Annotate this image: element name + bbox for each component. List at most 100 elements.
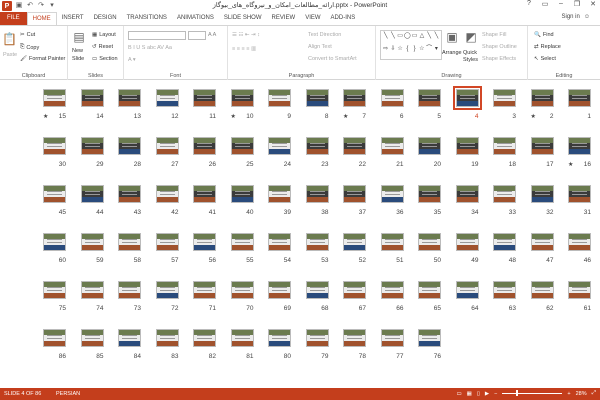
slide-thumbnail-46[interactable]: [568, 233, 591, 251]
close-button[interactable]: ✕: [588, 0, 598, 8]
slide-thumbnail-64[interactable]: [455, 281, 479, 299]
slide-thumbnail-7[interactable]: [343, 89, 366, 107]
slide-thumbnail-48[interactable]: [493, 233, 516, 251]
slide-thumbnail-2[interactable]: [530, 89, 554, 107]
slide-thumbnail-60[interactable]: [43, 233, 66, 251]
slide-thumbnail-51[interactable]: [380, 233, 404, 251]
more-shapes-icon[interactable]: ▾: [433, 45, 440, 58]
tab-view[interactable]: VIEW: [300, 12, 325, 25]
font-name-select[interactable]: [128, 31, 186, 40]
tab-insert[interactable]: INSERT: [57, 12, 89, 25]
arrange-button[interactable]: Arrange: [442, 50, 462, 56]
save-icon[interactable]: ▣: [15, 2, 23, 10]
transition-star-icon[interactable]: ★: [531, 113, 536, 120]
slide-thumbnail-83[interactable]: [155, 329, 179, 347]
restore-button[interactable]: ❐: [572, 0, 582, 8]
slide-thumbnail-58[interactable]: [118, 233, 141, 251]
slide-thumbnail-53[interactable]: [305, 233, 329, 251]
slide-thumbnail-52[interactable]: [343, 233, 366, 251]
align-text-button[interactable]: Align Text: [308, 44, 332, 50]
slide-thumbnail-43[interactable]: [118, 185, 141, 203]
transition-star-icon[interactable]: ★: [43, 113, 48, 120]
sign-in-link[interactable]: Sign in ☺: [562, 14, 591, 20]
section-button[interactable]: ▭ Section: [92, 56, 118, 62]
shape-effects-button[interactable]: Shape Effects: [482, 56, 516, 62]
shapes-gallery[interactable]: ╲ ╲ ▭ ◯ ▭ △ ╲ ╲ ⇨ ⇩ ☆ { } ☆ ⌒ ▾: [380, 30, 442, 60]
slide-thumbnail-22[interactable]: [343, 137, 366, 155]
star-shape-icon[interactable]: ☆: [397, 45, 404, 58]
font-format-buttons[interactable]: B I U S abc AV Aa: [128, 45, 172, 51]
convert-smartart-button[interactable]: Convert to SmartArt: [308, 56, 357, 62]
slide-thumbnail-47[interactable]: [530, 233, 554, 251]
slide-thumbnail-15[interactable]: [43, 89, 66, 107]
brace2-shape-icon[interactable]: }: [411, 45, 418, 58]
slide-thumbnail-18[interactable]: [493, 137, 516, 155]
normal-view-icon[interactable]: ▭: [456, 391, 461, 397]
font-grow-icon[interactable]: A A: [208, 32, 216, 38]
font-size-select[interactable]: [188, 31, 206, 40]
slide-thumbnail-86[interactable]: [43, 329, 66, 347]
slide-thumbnail-25[interactable]: [230, 137, 254, 155]
slide-thumbnail-8[interactable]: [305, 89, 329, 107]
slide-thumbnail-33[interactable]: [493, 185, 516, 203]
tab-review[interactable]: REVIEW: [267, 12, 301, 25]
slide-thumbnail-9[interactable]: [268, 89, 291, 107]
slide-thumbnail-42[interactable]: [155, 185, 179, 203]
arrow-shape-icon[interactable]: ⇨: [382, 45, 389, 58]
quick-styles-button-2[interactable]: Styles: [463, 57, 478, 63]
tab-add-ins[interactable]: ADD-INS: [326, 12, 361, 25]
slide-thumbnail-54[interactable]: [268, 233, 291, 251]
slide-thumbnail-61[interactable]: [568, 281, 591, 299]
slide-thumbnail-78[interactable]: [343, 329, 366, 347]
slide-thumbnail-29[interactable]: [80, 137, 104, 155]
slide-thumbnail-70[interactable]: [230, 281, 254, 299]
line3-shape-icon[interactable]: ╲: [426, 32, 433, 45]
slide-thumbnail-45[interactable]: [43, 185, 66, 203]
list-buttons[interactable]: ☰ ☷ ⇤ ⇥ ↕: [232, 32, 260, 38]
slide-thumbnail-34[interactable]: [455, 185, 479, 203]
slide-thumbnail-82[interactable]: [193, 329, 216, 347]
slide-thumbnail-6[interactable]: [380, 89, 404, 107]
slide-thumbnail-12[interactable]: [155, 89, 179, 107]
zoom-in-button[interactable]: +: [567, 391, 570, 397]
tab-animations[interactable]: ANIMATIONS: [172, 12, 219, 25]
zoom-out-button[interactable]: −: [494, 391, 497, 397]
curve-shape-icon[interactable]: ⌒: [426, 45, 433, 58]
slide-thumbnail-80[interactable]: [268, 329, 291, 347]
oval-shape-icon[interactable]: ◯: [404, 32, 411, 45]
font-color-button[interactable]: A ▾: [128, 57, 136, 63]
cut-button[interactable]: ✂ Cut: [20, 32, 35, 38]
new-slide-button[interactable]: New: [72, 48, 83, 54]
quick-styles-button[interactable]: Quick: [463, 50, 477, 56]
zoom-level[interactable]: 28%: [576, 391, 587, 397]
shape-outline-button[interactable]: Shape Outline: [482, 44, 517, 50]
slide-thumbnail-23[interactable]: [305, 137, 329, 155]
slide-thumbnail-21[interactable]: [380, 137, 404, 155]
find-button[interactable]: 🔍 Find: [534, 32, 554, 38]
ribbon-display-button[interactable]: ▭: [540, 0, 550, 8]
slide-thumbnail-69[interactable]: [268, 281, 291, 299]
slide-thumbnail-17[interactable]: [530, 137, 554, 155]
brace-shape-icon[interactable]: {: [404, 45, 411, 58]
tab-transitions[interactable]: TRANSITIONS: [122, 12, 172, 25]
transition-star-icon[interactable]: ★: [343, 113, 348, 120]
slide-thumbnail-65[interactable]: [418, 281, 441, 299]
new-slide-icon[interactable]: ▤: [72, 30, 86, 44]
transition-star-icon[interactable]: ★: [568, 161, 573, 168]
select-button[interactable]: ↖ Select: [534, 56, 556, 62]
slideshow-view-icon[interactable]: ▶: [485, 391, 489, 397]
slide-thumbnail-26[interactable]: [193, 137, 216, 155]
tab-file[interactable]: FILE: [0, 12, 27, 25]
slide-thumbnail-49[interactable]: [455, 233, 479, 251]
fit-to-window-icon[interactable]: ⤢: [592, 390, 596, 397]
slide-thumbnail-24[interactable]: [268, 137, 291, 155]
slide-thumbnail-73[interactable]: [118, 281, 141, 299]
paste-button[interactable]: Paste: [3, 52, 17, 58]
slide-thumbnail-56[interactable]: [193, 233, 216, 251]
minimize-button[interactable]: –: [556, 0, 566, 8]
slide-thumbnail-27[interactable]: [155, 137, 179, 155]
triangle-shape-icon[interactable]: △: [418, 32, 425, 45]
slide-thumbnail-67[interactable]: [343, 281, 366, 299]
slide-sorter-view-icon[interactable]: ▦: [467, 391, 472, 397]
slide-thumbnail-31[interactable]: [568, 185, 591, 203]
